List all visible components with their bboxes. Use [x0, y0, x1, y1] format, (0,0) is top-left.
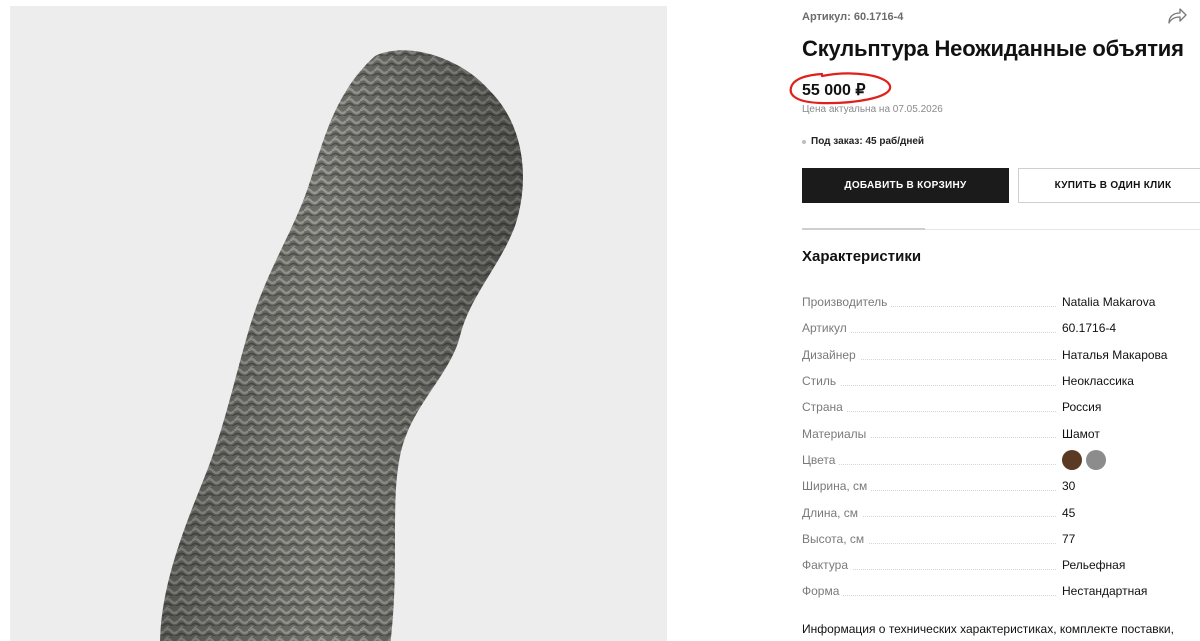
spec-row-manufacturer: Производитель Natalia Makarova: [802, 289, 1200, 315]
spec-name: Высота, см: [802, 531, 869, 546]
spec-name: Стиль: [802, 374, 841, 389]
spec-row-colors: Цвета: [802, 447, 1200, 473]
spec-value: 77: [1062, 531, 1076, 546]
spec-row-designer: Дизайнер Наталья Макарова: [802, 342, 1200, 368]
spec-name: Дизайнер: [802, 347, 860, 362]
color-swatch-brown[interactable]: [1062, 449, 1082, 470]
spec-value: Россия: [1062, 400, 1102, 415]
spec-name: Производитель: [802, 295, 892, 310]
product-price: 55 000 ₽: [802, 82, 866, 99]
spec-name: Длина, см: [802, 505, 863, 520]
share-icon: [1168, 8, 1187, 24]
availability-status: Под заказ: 45 раб/дней: [802, 136, 924, 147]
spec-value: 60.1716-4: [1062, 321, 1117, 336]
add-to-cart-button[interactable]: ДОБАВИТЬ В КОРЗИНУ: [802, 168, 1009, 203]
spec-row-style: Стиль Неоклассика: [802, 368, 1200, 394]
tab-active-indicator: [802, 228, 925, 230]
spec-name: Форма: [802, 584, 844, 599]
sculpture-image: [160, 50, 523, 641]
spec-value: 45: [1062, 505, 1076, 520]
spec-row-texture: Фактура Рельефная: [802, 552, 1200, 578]
spec-row-length: Длина, см 45: [802, 499, 1200, 525]
spec-value: Неоклассика: [1062, 374, 1134, 389]
spec-row-height: Высота, см 77: [802, 526, 1200, 552]
spec-leader: [802, 463, 1056, 465]
spec-row-width: Ширина, см 30: [802, 473, 1200, 499]
spec-name: Цвета: [802, 452, 840, 467]
price-date-note: Цена актуальна на 07.05.2026: [802, 104, 943, 115]
specs-title: Характеристики: [802, 248, 922, 265]
spec-name: Фактура: [802, 558, 853, 573]
spec-name: Страна: [802, 400, 847, 415]
spec-value: 30: [1062, 479, 1076, 494]
spec-name: Материалы: [802, 426, 871, 441]
spec-row-sku: Артикул 60.1716-4: [802, 315, 1200, 341]
spec-name: Ширина, см: [802, 479, 872, 494]
spec-value: Рельефная: [1062, 558, 1126, 573]
share-button[interactable]: [1166, 6, 1188, 26]
product-image[interactable]: [10, 6, 667, 641]
product-title: Скульптура Неожиданные объятия: [802, 36, 1184, 61]
color-swatch-gray[interactable]: [1086, 449, 1106, 470]
spec-row-country: Страна Россия: [802, 394, 1200, 420]
status-dot-icon: [802, 139, 806, 144]
product-info: Артикул: 60.1716-4 Скульптура Неожиданны…: [789, 0, 1200, 641]
spec-row-materials: Материалы Шамот: [802, 420, 1200, 446]
spec-name: Артикул: [802, 321, 851, 336]
specs-table: Производитель Natalia Makarova Артикул 6…: [802, 289, 1200, 605]
spec-value: Наталья Макарова: [1062, 347, 1168, 362]
buy-one-click-button[interactable]: КУПИТЬ В ОДИН КЛИК: [1018, 168, 1200, 203]
sku-label: Артикул: 60.1716-4: [802, 11, 904, 23]
spec-value: Нестандартная: [1062, 584, 1148, 599]
spec-value: Natalia Makarova: [1062, 295, 1156, 310]
color-swatches: [1062, 449, 1106, 470]
spec-row-shape: Форма Нестандартная: [802, 578, 1200, 604]
availability-text: Под заказ: 45 раб/дней: [811, 136, 925, 147]
specs-footnote: Информация о технических характеристиках…: [802, 622, 1174, 636]
spec-value: Шамот: [1062, 426, 1100, 441]
